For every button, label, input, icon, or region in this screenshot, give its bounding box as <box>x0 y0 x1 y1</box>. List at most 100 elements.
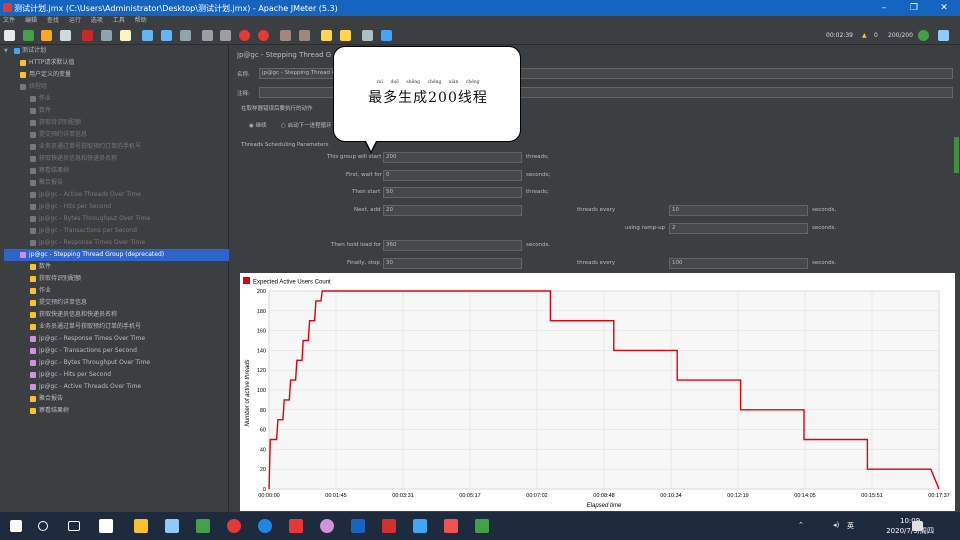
start-threads-input[interactable]: 200 <box>383 152 522 163</box>
tree-item[interactable]: 获取待识别配额 <box>24 117 229 129</box>
tree-item[interactable]: 数件 <box>24 261 229 273</box>
tree-item[interactable]: jp@gc - Response Times Over Time <box>24 333 229 345</box>
clock[interactable]: 10:09 2020/7/9/周四 <box>886 516 934 536</box>
tree-item[interactable]: 用户定义的变量 <box>14 69 229 81</box>
maximize-button[interactable]: ❐ <box>900 0 928 16</box>
stop-every-input[interactable]: 100 <box>669 258 808 269</box>
then-start-input[interactable]: 50 <box>383 187 522 198</box>
copy-icon[interactable] <box>101 30 112 41</box>
window-title: 测试计划.jmx (C:\Users\Administrator\Desktop… <box>14 4 338 13</box>
app-icon-3[interactable] <box>289 519 303 533</box>
scrollbar-indicator[interactable] <box>954 137 959 173</box>
minimize-button[interactable]: – <box>870 0 898 16</box>
tree-item[interactable]: 业务员通过单号获取预约订单的手机号 <box>24 141 229 153</box>
reset-search-icon[interactable] <box>340 30 351 41</box>
stop-icon[interactable] <box>239 30 250 41</box>
tree-item[interactable]: jp@gc - Bytes Throughput Over Time <box>24 213 229 225</box>
tree-item[interactable]: 聚合报告 <box>24 177 229 189</box>
ime-indicator[interactable]: 英 <box>847 521 854 531</box>
app-icon-7[interactable] <box>444 519 458 533</box>
expand-icon[interactable] <box>142 30 153 41</box>
collapse-icon[interactable] <box>161 30 172 41</box>
tree-item[interactable]: jp@gc - Bytes Throughput Over Time <box>24 357 229 369</box>
tree-item[interactable]: 线程组 <box>14 81 229 93</box>
app-icon-4[interactable] <box>320 519 334 533</box>
tree-item[interactable]: HTTP请求默认值 <box>14 57 229 69</box>
tree-item[interactable]: jp@gc - Transactions per Second <box>24 345 229 357</box>
start-icon[interactable] <box>10 520 22 532</box>
jmeter-icon <box>3 3 12 12</box>
tree-item[interactable]: jp@gc - Transactions per Second <box>24 225 229 237</box>
taskbar: ⌃ ◂) 英 10:09 2020/7/9/周四 <box>0 512 960 540</box>
next-add-input[interactable]: 20 <box>383 205 522 216</box>
tree-item[interactable]: 获取待识别配额 <box>24 273 229 285</box>
volume-icon[interactable]: ◂) <box>833 521 839 529</box>
app-icon-5[interactable] <box>382 519 396 533</box>
hold-input[interactable]: 360 <box>383 240 522 251</box>
tree-item[interactable]: 察看结果树 <box>24 405 229 417</box>
menu-tools[interactable]: 工具 <box>113 16 125 25</box>
tree-item[interactable]: jp@gc - Hits per Second <box>24 201 229 213</box>
tree-item[interactable]: jp@gc - Hits per Second <box>24 369 229 381</box>
menu-edit[interactable]: 编辑 <box>25 16 37 25</box>
word-icon[interactable] <box>351 519 365 533</box>
remote-icon[interactable] <box>938 30 949 41</box>
add-every-input[interactable]: 10 <box>669 205 808 216</box>
start-icon[interactable] <box>202 30 213 41</box>
wechat-icon[interactable] <box>196 519 210 533</box>
menu-run[interactable]: 运行 <box>69 16 81 25</box>
help-icon[interactable] <box>381 30 392 41</box>
app-icon-6[interactable] <box>413 519 427 533</box>
menu-search[interactable]: 查找 <box>47 16 59 25</box>
tray-up-icon[interactable]: ⌃ <box>798 521 804 529</box>
tree-item[interactable]: 聚合报告 <box>24 393 229 405</box>
tree-item[interactable]: jp@gc - Active Threads Over Time <box>24 381 229 393</box>
tree-root[interactable]: ▼ 测试计划 <box>4 45 229 57</box>
continue-radio[interactable]: ◉ 继续 <box>249 121 267 129</box>
close-button[interactable]: ✕ <box>930 0 958 16</box>
templates-icon[interactable] <box>23 30 34 41</box>
tree-item[interactable]: 提交预约详单信息 <box>24 129 229 141</box>
stop-threads-input[interactable]: 30 <box>383 258 522 269</box>
tree-item[interactable]: 作业 <box>24 285 229 297</box>
first-wait-input[interactable]: 0 <box>383 170 522 181</box>
tree-item[interactable]: 数件 <box>24 105 229 117</box>
pycharm-icon[interactable] <box>475 519 489 533</box>
paste-icon[interactable] <box>120 30 131 41</box>
next-loop-radio[interactable]: ○ 启动下一进程循环 <box>281 121 332 129</box>
expand-arrow-icon[interactable]: ▼ <box>4 45 8 57</box>
tree-item[interactable]: 作业 <box>24 93 229 105</box>
file-explorer-icon[interactable] <box>134 519 148 533</box>
tree-item[interactable]: jp@gc - Active Threads Over Time <box>24 189 229 201</box>
menu-file[interactable]: 文件 <box>3 16 15 25</box>
task-view-icon[interactable] <box>68 521 80 531</box>
open-icon[interactable] <box>41 30 52 41</box>
tree-item[interactable]: jp@gc - Response Times Over Time <box>24 237 229 249</box>
ramp-up-input[interactable]: 2 <box>669 223 808 234</box>
tree-item[interactable]: jp@gc - Stepping Thread Group (deprecate… <box>4 249 229 261</box>
tree-item[interactable]: 提交预约详单信息 <box>24 297 229 309</box>
chrome-icon[interactable] <box>227 519 241 533</box>
new-icon[interactable] <box>4 30 15 41</box>
shutdown-icon[interactable] <box>258 30 269 41</box>
tree-item[interactable]: 获取快递员信息和快递员名称 <box>24 309 229 321</box>
tree-item[interactable]: 察看结果树 <box>24 165 229 177</box>
browser-icon[interactable] <box>258 519 272 533</box>
clear-icon[interactable] <box>280 30 291 41</box>
function-helper-icon[interactable] <box>362 30 373 41</box>
app-icon-2[interactable] <box>165 519 179 533</box>
toggle-icon[interactable] <box>180 30 191 41</box>
search-icon[interactable] <box>321 30 332 41</box>
notification-icon[interactable] <box>912 521 923 531</box>
search-icon[interactable] <box>38 521 48 531</box>
menu-options[interactable]: 选项 <box>91 16 103 25</box>
y-tick-label: 140 <box>257 348 266 354</box>
clear-all-icon[interactable] <box>299 30 310 41</box>
save-icon[interactable] <box>60 30 71 41</box>
menu-help[interactable]: 帮助 <box>135 16 147 25</box>
start-no-pause-icon[interactable] <box>220 30 231 41</box>
cut-icon[interactable] <box>82 30 93 41</box>
app-icon-1[interactable] <box>99 519 113 533</box>
tree-item[interactable]: 获取快递员信息和快递员名称 <box>24 153 229 165</box>
tree-item[interactable]: 业务员通过单号获取预约订单的手机号 <box>24 321 229 333</box>
